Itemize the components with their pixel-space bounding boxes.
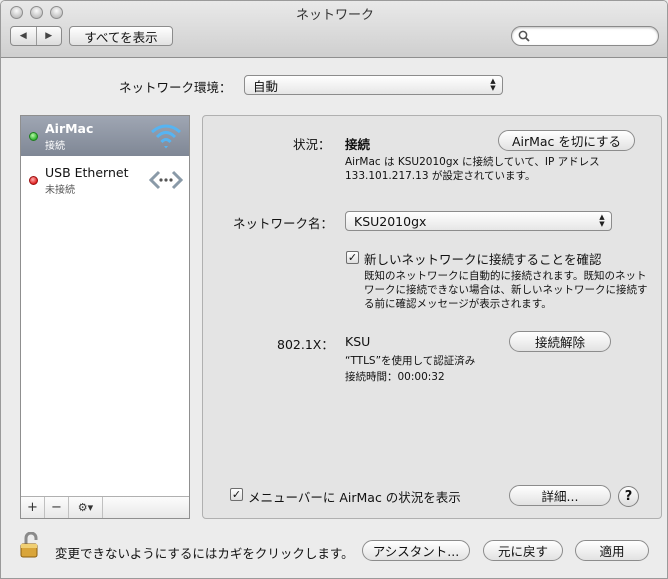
dot1x-value: KSU: [345, 334, 371, 349]
forward-button[interactable]: ▶: [37, 27, 62, 45]
service-list: AirMac 接続 USB Ethernet 未接続 + − ⚙▾: [20, 115, 190, 519]
network-name-value: KSU2010gx: [354, 213, 427, 229]
show-menubar-status-label: メニューバーに AirMac の状況を表示: [248, 490, 461, 505]
service-status: 未接続: [45, 185, 75, 196]
remove-service-button[interactable]: −: [45, 497, 69, 518]
location-label: ネットワーク環境：: [119, 80, 232, 95]
service-item-usb-ethernet[interactable]: USB Ethernet 未接続: [21, 160, 189, 200]
status-value: 接続: [345, 137, 371, 152]
advanced-button[interactable]: 詳細...: [509, 485, 611, 506]
help-button[interactable]: ?: [618, 486, 639, 507]
confirm-join-description-line2: ワークに接続できない場合は、新しいネットワークに接続す: [364, 284, 648, 296]
wifi-icon: [151, 124, 181, 149]
network-name-label: ネットワーク名：: [233, 216, 334, 231]
show-all-button[interactable]: すべてを表示: [69, 26, 173, 46]
location-select[interactable]: 自動 ▲ ▼: [244, 75, 503, 95]
status-green-icon: [29, 132, 38, 141]
network-name-select[interactable]: KSU2010gx ▲ ▼: [345, 211, 612, 231]
status-description-line1: AirMac は KSU2010gx に接続していて、IP アドレス: [345, 156, 600, 168]
service-list-toolbar: + − ⚙▾: [21, 496, 189, 518]
service-name: USB Ethernet: [45, 165, 129, 180]
search-icon: [518, 30, 530, 42]
status-description-line2: 133.101.217.13 が設定されています。: [345, 170, 536, 182]
window-title: ネットワーク: [295, 8, 374, 23]
dot1x-auth-status: “TTLS”を使用して認証済み: [345, 355, 476, 367]
action-menu-button[interactable]: ⚙▾: [69, 497, 103, 518]
show-menubar-status-checkbox[interactable]: ✓: [230, 488, 243, 501]
turn-airmac-off-button[interactable]: AirMac を切にする: [498, 130, 635, 151]
service-item-airmac[interactable]: AirMac 接続: [21, 116, 189, 156]
confirm-join-checkbox[interactable]: ✓: [346, 251, 359, 264]
service-name: AirMac: [45, 121, 94, 136]
title-toolbar: ネットワーク ◀ ▶ すべてを表示: [1, 1, 667, 58]
updown-arrows-icon: ▲ ▼: [490, 77, 496, 92]
disconnect-button[interactable]: 接続解除: [509, 331, 611, 352]
service-status: 接続: [45, 141, 65, 152]
location-value: 自動: [253, 78, 279, 94]
confirm-join-description-line3: る前に確認メッセージが表示されます。: [364, 298, 552, 310]
back-forward-control: ◀ ▶: [10, 26, 62, 46]
lock-open-icon[interactable]: [18, 532, 44, 560]
dot1x-connect-time: 接続時間：00:00:32: [345, 371, 445, 383]
search-field[interactable]: [511, 26, 659, 46]
confirm-join-label: 新しいネットワークに接続することを確認: [364, 252, 602, 267]
assistant-button[interactable]: アシスタント...: [362, 540, 470, 561]
status-label: 状況：: [293, 137, 331, 152]
back-button[interactable]: ◀: [11, 27, 37, 45]
status-red-icon: [29, 176, 38, 185]
add-service-button[interactable]: +: [21, 497, 45, 518]
ethernet-icon: [149, 170, 183, 190]
confirm-join-description-line1: 既知のネットワークに自動的に接続されます。既知のネット: [364, 270, 647, 282]
network-preferences-window: ネットワーク ◀ ▶ すべてを表示 ネットワーク環境： 自動 ▲ ▼ AirMac…: [0, 0, 668, 579]
updown-arrows-icon: ▲ ▼: [599, 213, 605, 228]
dot1x-label: 802.1X：: [277, 337, 334, 352]
revert-button[interactable]: 元に戻す: [483, 540, 563, 561]
lock-instruction-text: 変更できないようにするにはカギをクリックします。: [55, 546, 354, 561]
apply-button[interactable]: 適用: [575, 540, 649, 561]
